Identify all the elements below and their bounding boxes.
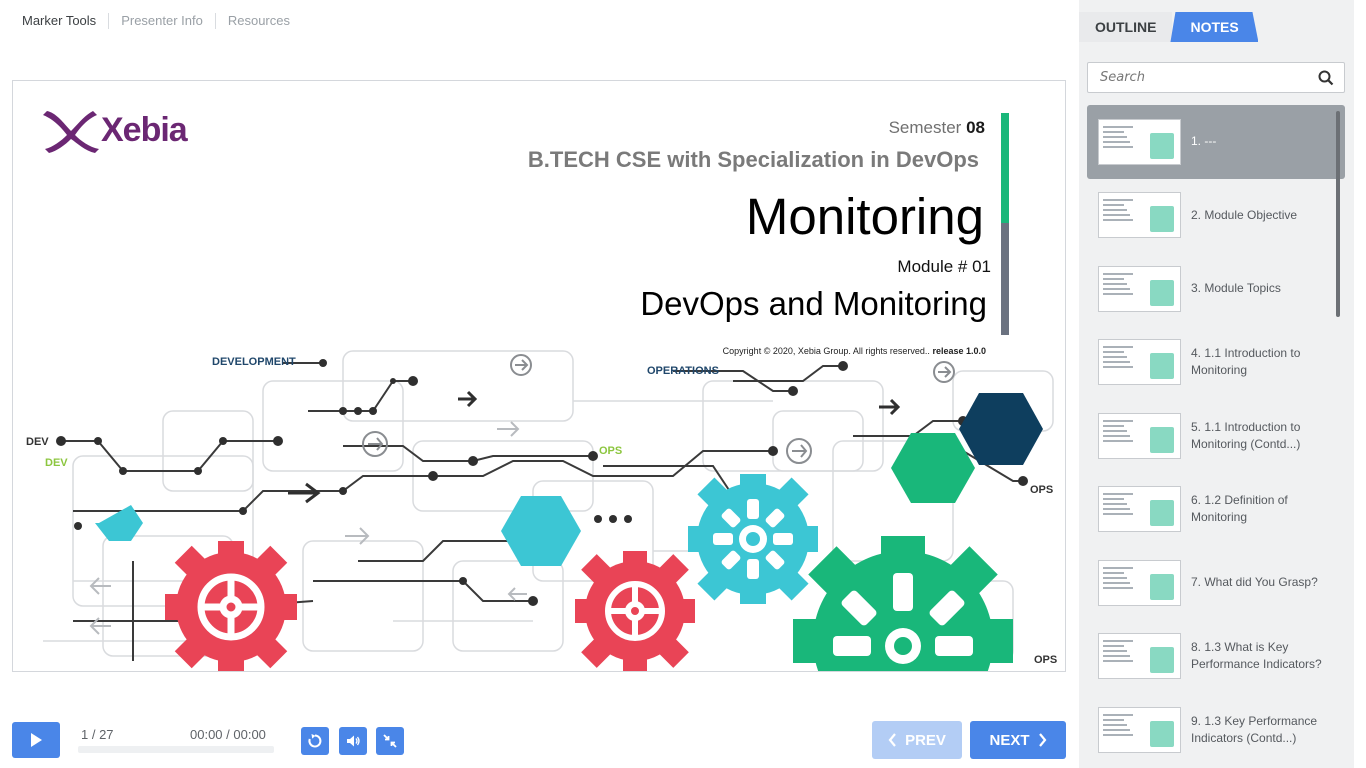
outline-item-label: 2. Module Objective	[1191, 207, 1298, 222]
label-dev-green: DEV	[45, 457, 68, 469]
semester-label: Semester	[888, 118, 962, 137]
xebia-logo-text: Xebia	[101, 111, 188, 149]
sidebar-tabs: OUTLINE NOTES	[1079, 12, 1259, 42]
teal-hex-large	[501, 496, 581, 566]
search-box	[1087, 62, 1345, 93]
label-development: DEVELOPMENT	[212, 356, 296, 368]
search-input[interactable]	[1088, 70, 1308, 85]
module-number: Module # 01	[897, 257, 991, 276]
outline-item[interactable]: 9. 1.3 Key Performance Indicators (Contd…	[1087, 693, 1345, 767]
slide-thumbnail	[1098, 339, 1181, 386]
collapse-button[interactable]	[376, 727, 404, 755]
green-hex	[891, 433, 975, 503]
next-button[interactable]: NEXT	[970, 721, 1066, 759]
accent-bar-gray	[1001, 223, 1009, 335]
outline-item-label: 8. 1.3 What is Key Performance Indicator…	[1191, 640, 1322, 672]
outline-item[interactable]: 8. 1.3 What is Key Performance Indicator…	[1087, 620, 1345, 694]
navy-hex	[959, 393, 1043, 465]
chevron-left-icon	[888, 733, 896, 747]
slide-thumbnail	[1098, 486, 1181, 533]
outline-item-label: 3. Module Topics	[1191, 281, 1281, 296]
outline-item-label: 5. 1.1 Introduction to Monitoring (Contd…	[1191, 419, 1301, 451]
red-gear-right	[575, 551, 695, 671]
search-icon[interactable]	[1318, 70, 1334, 86]
outline-list: 1. --- 2. Module Objective 3. Module Topic…	[1087, 105, 1345, 767]
outline-item-label: 6. 1.2 Definition of Monitoring	[1191, 493, 1288, 525]
slide-thumbnail	[1098, 265, 1181, 312]
slide-thumbnail	[1098, 559, 1181, 606]
outline-item-label: 1. ---	[1191, 134, 1217, 149]
slide-counter: 1 / 27	[81, 727, 114, 742]
outline-item-label: 7. What did You Grasp?	[1191, 575, 1318, 590]
prev-label: PREV	[905, 731, 946, 749]
volume-button[interactable]	[339, 727, 367, 755]
next-label: NEXT	[989, 731, 1030, 749]
accent-bar-green	[1001, 113, 1009, 223]
label-ops-green: OPS	[599, 445, 623, 457]
outline-item[interactable]: 1. ---	[1087, 105, 1345, 179]
sidebar: OUTLINE NOTES 1. --- 2. Module Objective 3…	[1079, 0, 1354, 768]
label-operations: OPERATIONS	[647, 365, 719, 377]
nav-presenter-info[interactable]: Presenter Info	[108, 13, 215, 29]
outline-item[interactable]: 7. What did You Grasp?	[1087, 546, 1345, 620]
nav-marker-tools[interactable]: Marker Tools	[22, 13, 108, 29]
program-name: B.TECH CSE with Specialization in DevOps	[527, 147, 979, 172]
xebia-logo-mark	[43, 111, 99, 153]
outline-item[interactable]: 3. Module Topics	[1087, 252, 1345, 326]
label-ops-right: OPS	[1030, 484, 1054, 496]
chevron-right-icon	[1038, 733, 1046, 747]
outline-item[interactable]: 2. Module Objective	[1087, 179, 1345, 253]
teal-gear-center	[746, 532, 760, 546]
outline-item-label: 9. 1.3 Key Performance Indicators (Contd…	[1191, 713, 1318, 745]
presentation-player: Marker Tools Presenter Info Resources Xe…	[0, 0, 1366, 768]
prev-button[interactable]: PREV	[872, 721, 962, 759]
slide-thumbnail	[1098, 118, 1181, 165]
green-gear-center	[894, 637, 912, 655]
slide-thumbnail	[1098, 633, 1181, 680]
semester-number: 08	[966, 118, 985, 137]
slide-thumbnail	[1098, 706, 1181, 753]
outline-item[interactable]: 6. 1.2 Definition of Monitoring	[1087, 473, 1345, 547]
collapse-icon	[383, 734, 397, 748]
replay-button[interactable]	[301, 727, 329, 755]
copyright-line: Copyright © 2020, Xebia Group. All right…	[723, 346, 986, 356]
play-button[interactable]	[12, 722, 60, 758]
slide-title: Monitoring	[745, 188, 984, 245]
copyright-text: Copyright © 2020, Xebia Group. All right…	[722, 346, 930, 356]
label-dev-dark: DEV	[26, 436, 49, 448]
label-ops-bottom: OPS	[1034, 654, 1058, 666]
tab-notes[interactable]: NOTES	[1170, 12, 1259, 42]
red-gear-left	[165, 541, 297, 671]
outline-item-label: 4. 1.1 Introduction to Monitoring	[1191, 346, 1301, 378]
slide-thumbnail	[1098, 192, 1181, 239]
slide-thumbnail	[1098, 412, 1181, 459]
slide-subtitle: DevOps and Monitoring	[640, 285, 987, 322]
outline-item[interactable]: 4. 1.1 Introduction to Monitoring	[1087, 326, 1345, 400]
release-text: release 1.0.0	[932, 346, 986, 356]
tab-outline[interactable]: OUTLINE	[1079, 12, 1173, 42]
replay-icon	[308, 734, 322, 748]
progress-bar[interactable]	[78, 746, 274, 753]
outline-item[interactable]: 5. 1.1 Introduction to Monitoring (Contd…	[1087, 399, 1345, 473]
top-nav: Marker Tools Presenter Info Resources	[22, 13, 302, 29]
time-display: 00:00 / 00:00	[190, 727, 266, 742]
semester-line: Semester 08	[889, 118, 985, 138]
slide-canvas: Xebia Semester 08 B.TECH CSE with Specia…	[12, 80, 1066, 672]
outline-scrollbar[interactable]	[1336, 111, 1340, 317]
volume-icon	[347, 735, 360, 747]
nav-resources[interactable]: Resources	[214, 13, 302, 29]
play-icon	[31, 733, 42, 747]
